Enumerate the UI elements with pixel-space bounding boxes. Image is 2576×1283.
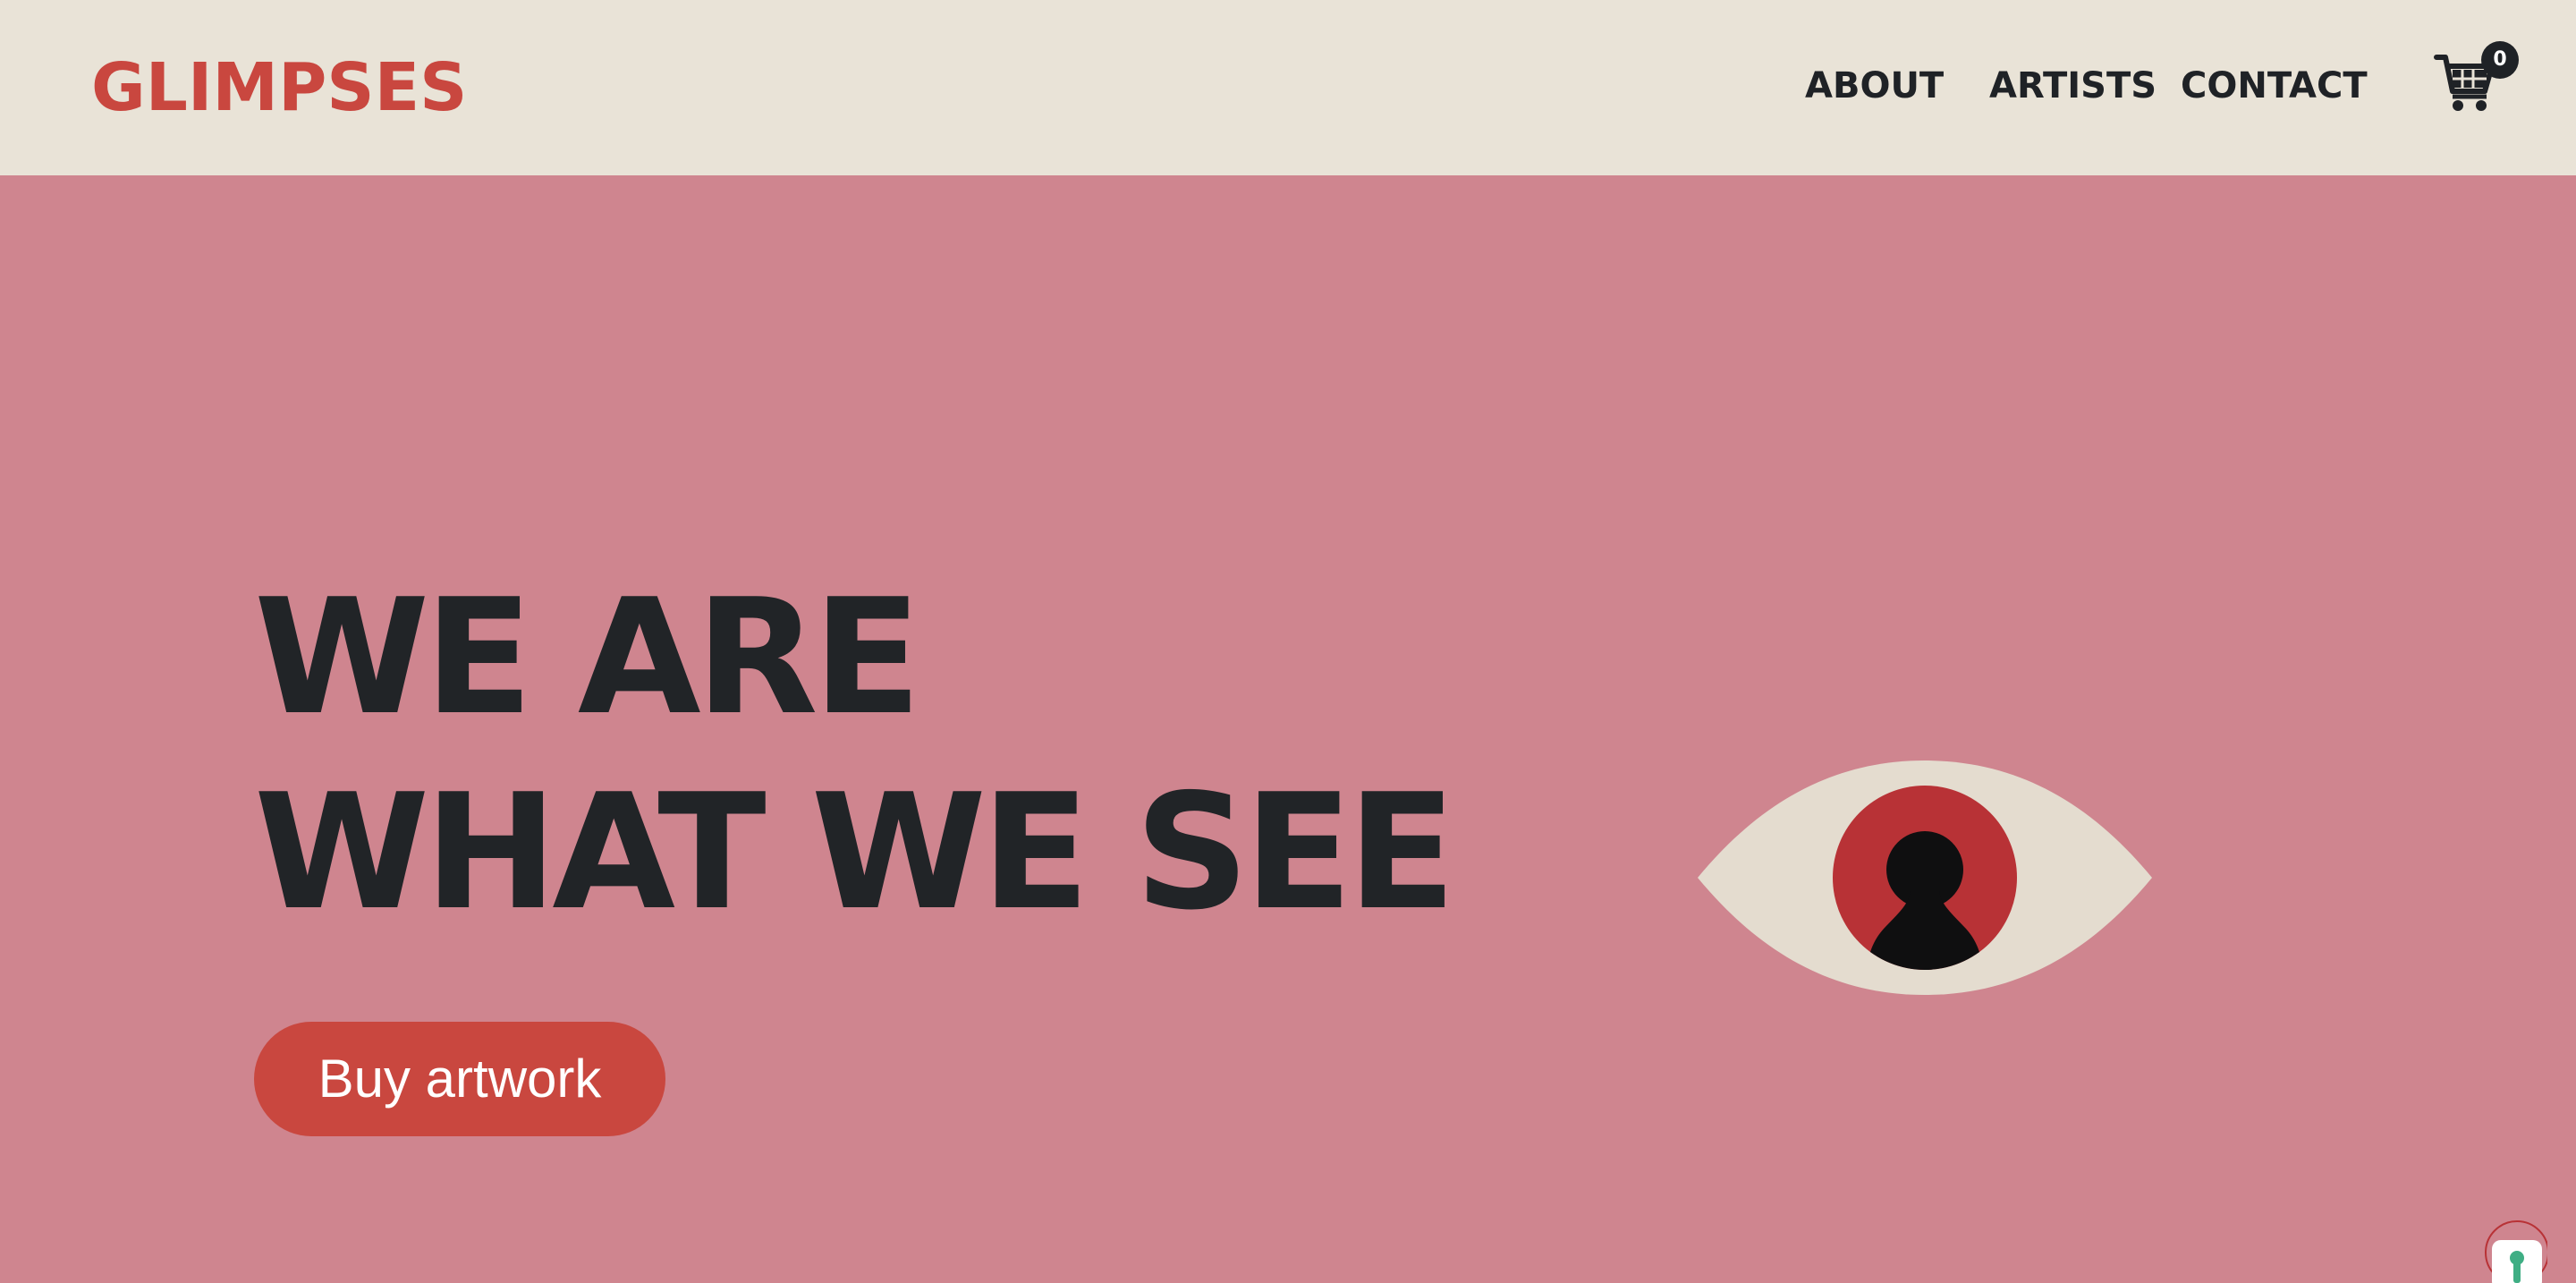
hero-headline-line-1: WE ARE bbox=[254, 565, 921, 750]
eye-keyhole-icon bbox=[1698, 760, 2152, 995]
hero-headline: WE ARE WHAT WE SEE bbox=[254, 560, 1456, 950]
brand-logo[interactable]: GLIMPSES bbox=[91, 50, 467, 125]
corner-widget[interactable] bbox=[2485, 1220, 2547, 1283]
nav-item-artists[interactable]: ARTISTS bbox=[1989, 63, 2157, 109]
cart-button[interactable]: 0 bbox=[2433, 41, 2519, 118]
cart-count-badge: 0 bbox=[2481, 41, 2519, 79]
site-header: GLIMPSES ABOUT ARTISTS CONTACT 0 bbox=[0, 0, 2576, 175]
nav-item-about[interactable]: ABOUT bbox=[1805, 63, 1944, 109]
hero-headline-line-2: WHAT WE SEE bbox=[254, 760, 1456, 945]
buy-artwork-button[interactable]: Buy artwork bbox=[254, 1022, 665, 1136]
keyhole-icon bbox=[2485, 1220, 2547, 1283]
nav-item-contact[interactable]: CONTACT bbox=[2181, 63, 2368, 109]
